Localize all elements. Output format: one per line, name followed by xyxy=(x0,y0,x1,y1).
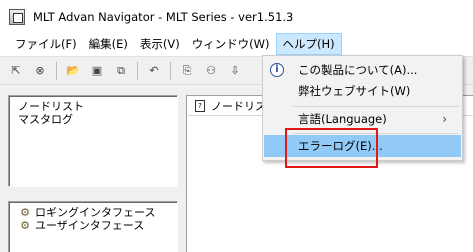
copy-icon[interactable]: ⎘ xyxy=(179,63,195,79)
binoculars-icon[interactable]: ⚇ xyxy=(203,63,219,79)
user-interface-label: ユーザインタフェース xyxy=(35,219,145,232)
menu-window[interactable]: ウィンドウ(W) xyxy=(186,33,276,55)
pointer-icon[interactable]: ⇱ xyxy=(8,63,24,79)
title-bar: MLT Advan Navigator - MLT Series - ver1.… xyxy=(0,0,473,33)
open-folder-icon[interactable]: 📂 xyxy=(65,63,81,79)
menu-item-website[interactable]: 弊社ウェブサイト(W) xyxy=(264,80,461,102)
annotation-highlight-box xyxy=(285,128,378,168)
menu-item-website-label: 弊社ウェブサイト(W) xyxy=(298,84,411,98)
menu-bar: ファイル(F) 編集(E) 表示(V) ウィンドウ(W) ヘルプ(H) xyxy=(0,33,473,55)
menu-separator xyxy=(293,106,459,107)
toolbar-separator xyxy=(137,61,138,80)
master-log-item[interactable]: マスタログ xyxy=(18,113,84,126)
toolbar-separator xyxy=(56,61,57,80)
document-icon: ? xyxy=(195,99,205,112)
window-title: MLT Advan Navigator - MLT Series - ver1.… xyxy=(33,9,294,24)
logging-interface-label: ロギングインタフェース xyxy=(35,206,156,219)
menu-item-language[interactable]: 言語(Language) › xyxy=(264,108,461,130)
gear-icon: ⚙ xyxy=(20,219,30,232)
user-interface-item[interactable]: ⚙ ユーザインタフェース xyxy=(18,219,155,232)
app-icon xyxy=(9,8,25,25)
info-icon: i xyxy=(270,63,284,77)
gear-icon: ⚙ xyxy=(20,206,30,219)
menu-item-language-label: 言語(Language) xyxy=(298,112,387,126)
node-list-panel: ノードリスト マスタログ xyxy=(8,95,178,187)
menu-help[interactable]: ヘルプ(H) xyxy=(275,33,342,55)
menu-view[interactable]: 表示(V) xyxy=(134,33,186,55)
download-icon[interactable]: ⇩ xyxy=(227,63,243,79)
undo-icon[interactable]: ↶ xyxy=(146,63,162,79)
stop-icon[interactable]: ⊗ xyxy=(32,63,48,79)
menu-file[interactable]: ファイル(F) xyxy=(9,33,83,55)
menu-item-about-label: この製品について(A)... xyxy=(298,63,418,77)
toolbar-separator xyxy=(170,61,171,80)
logging-interface-item[interactable]: ⚙ ロギングインタフェース xyxy=(18,206,155,219)
interface-panel: ⚙ ロギングインタフェース ⚙ ユーザインタフェース xyxy=(8,201,178,252)
menu-item-about[interactable]: i この製品について(A)... xyxy=(264,59,461,81)
chevron-right-icon: › xyxy=(442,112,447,126)
node-list-item[interactable]: ノードリスト xyxy=(18,100,84,113)
save-icon[interactable]: ▣ xyxy=(89,63,105,79)
copy-window-icon[interactable]: ⧉ xyxy=(113,63,129,79)
menu-edit[interactable]: 編集(E) xyxy=(83,33,134,55)
